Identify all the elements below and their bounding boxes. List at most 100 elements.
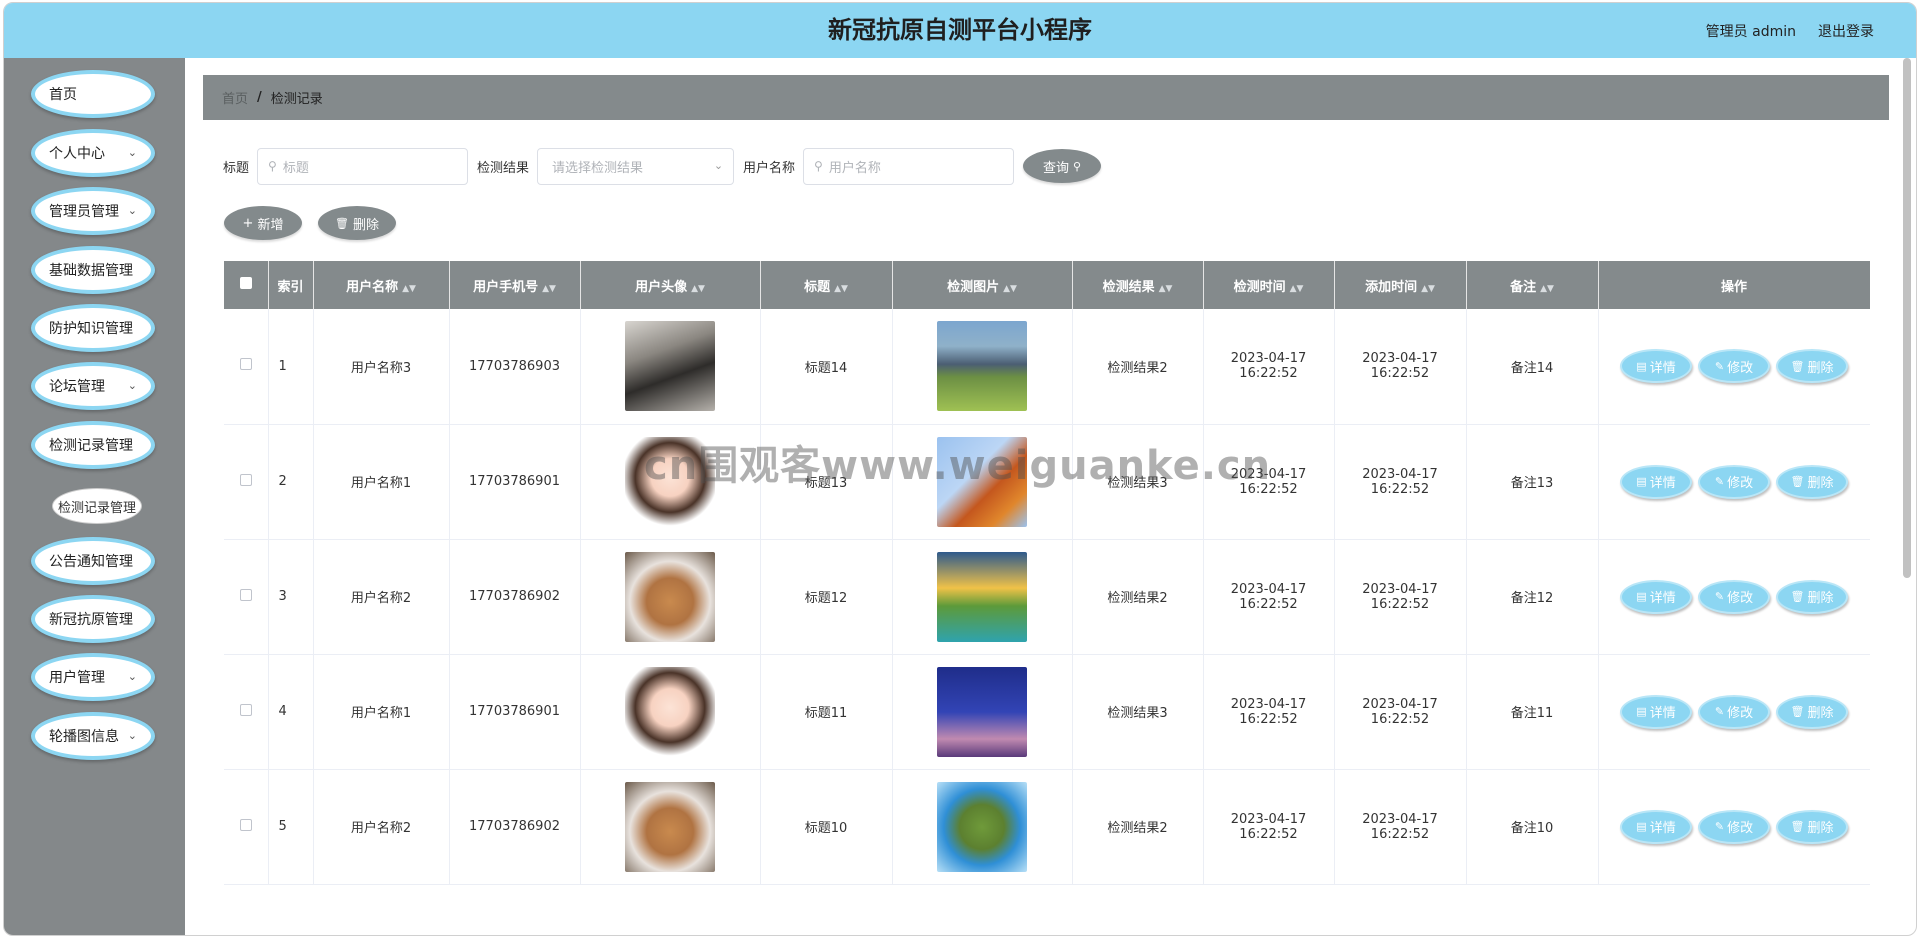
detail-button[interactable]: ▤ 详情	[1620, 464, 1692, 499]
sort-icon[interactable]: ▲▼	[1159, 284, 1173, 294]
sort-icon[interactable]: ▲▼	[691, 284, 705, 294]
sidebar-item-antigen[interactable]: 新冠抗原管理	[31, 595, 155, 643]
test-image[interactable]	[937, 551, 1027, 642]
breadcrumb: 首页 / 检测记录	[203, 75, 1889, 120]
sidebar-item-records[interactable]: 检测记录管理	[31, 421, 155, 469]
sort-icon[interactable]: ▲▼	[834, 284, 848, 294]
bulk-delete-button[interactable]: 🗑 删除	[318, 206, 396, 240]
cell-title: 标题12	[760, 539, 893, 655]
edit-label: 修改	[1727, 821, 1754, 836]
col-user[interactable]: 用户名称 ▲▼	[313, 261, 450, 309]
sidebar-item-carousel[interactable]: 轮播图信息 ⌄	[31, 712, 155, 760]
col-test-image[interactable]: 检测图片 ▲▼	[892, 261, 1073, 309]
cell-actions: ▤ 详情 ✎ 修改 🗑 删除	[1598, 654, 1870, 770]
sidebar-item-forum[interactable]: 论坛管理 ⌄	[31, 362, 155, 410]
avatar-image[interactable]	[625, 551, 715, 642]
cell-index: 1	[268, 309, 314, 425]
delete-button[interactable]: 🗑 删除	[1776, 349, 1848, 384]
sidebar-subitem-records[interactable]: 检测记录管理	[52, 488, 142, 524]
edit-button[interactable]: ✎ 修改	[1698, 349, 1770, 384]
test-image[interactable]	[937, 436, 1027, 527]
cell-test-image	[892, 654, 1073, 770]
row-checkbox[interactable]	[239, 818, 252, 831]
avatar-image[interactable]	[625, 781, 715, 872]
sidebar-item-notices[interactable]: 公告通知管理	[31, 537, 155, 585]
page-scrollbar[interactable]	[1903, 58, 1911, 578]
row-checkbox[interactable]	[239, 588, 252, 601]
col-add-time[interactable]: 添加时间 ▲▼	[1334, 261, 1467, 309]
cell-test-image	[892, 539, 1073, 655]
test-image[interactable]	[937, 666, 1027, 757]
cell-actions: ▤ 详情 ✎ 修改 🗑 删除	[1598, 309, 1870, 425]
sort-icon[interactable]: ▲▼	[1003, 284, 1017, 294]
sort-icon[interactable]: ▲▼	[542, 284, 556, 294]
row-checkbox[interactable]	[239, 703, 252, 716]
col-avatar[interactable]: 用户头像 ▲▼	[580, 261, 761, 309]
edit-button[interactable]: ✎ 修改	[1698, 694, 1770, 729]
avatar-image[interactable]	[625, 666, 715, 757]
delete-label: 删除	[1807, 591, 1834, 606]
logout-link[interactable]: 退出登录	[1818, 21, 1874, 41]
add-button[interactable]: + 新增	[224, 206, 302, 240]
avatar-image[interactable]	[625, 321, 715, 412]
col-result[interactable]: 检测结果 ▲▼	[1072, 261, 1204, 309]
cell-test-time: 2023-04-17 16:22:52	[1203, 539, 1335, 655]
breadcrumb-home[interactable]: 首页	[222, 88, 248, 107]
sidebar-item-profile[interactable]: 个人中心 ⌄	[31, 129, 155, 177]
sidebar: 首页 个人中心 ⌄ 管理员管理 ⌄ 基础数据管理 防护知识管理 论坛管理 ⌄ 检测记录…	[4, 58, 185, 935]
edit-button[interactable]: ✎ 修改	[1698, 464, 1770, 499]
query-button[interactable]: 查询 ⚲	[1023, 149, 1102, 183]
edit-button[interactable]: ✎ 修改	[1698, 809, 1770, 844]
avatar-image[interactable]	[625, 436, 715, 527]
edit-label: 修改	[1727, 476, 1754, 491]
sidebar-item-label: 防护知识管理	[49, 321, 133, 337]
breadcrumb-separator: /	[257, 90, 262, 105]
records-table: 索引 用户名称 ▲▼ 用户手机号 ▲▼ 用户头像 ▲▼ 标题 ▲▼ 检测图片 ▲▼ 检测结…	[224, 261, 1870, 935]
cell-result: 检测结果2	[1072, 309, 1204, 425]
row-checkbox[interactable]	[239, 473, 252, 486]
table-row: 1 用户名称3 17703786903 标题14 检测结果2 2023-04-1…	[224, 309, 1870, 425]
chevron-down-icon: ⌄	[127, 146, 137, 159]
select-all-checkbox[interactable]	[239, 277, 252, 289]
sort-icon[interactable]: ▲▼	[1290, 284, 1304, 294]
detail-button[interactable]: ▤ 详情	[1620, 809, 1692, 844]
select-all-header[interactable]	[224, 261, 269, 309]
sidebar-item-label: 首页	[49, 87, 77, 103]
sidebar-item-admins[interactable]: 管理员管理 ⌄	[31, 187, 155, 235]
cell-test-image	[892, 309, 1073, 425]
row-checkbox[interactable]	[239, 358, 252, 371]
sidebar-item-protection[interactable]: 防护知识管理	[31, 304, 155, 352]
cell-avatar	[580, 309, 761, 425]
delete-button[interactable]: 🗑 删除	[1776, 464, 1848, 499]
user-search-input[interactable]: ⚲ 用户名称	[803, 147, 1015, 185]
edit-button[interactable]: ✎ 修改	[1698, 579, 1770, 614]
sort-icon[interactable]: ▲▼	[1421, 284, 1435, 294]
detail-button[interactable]: ▤ 详情	[1620, 694, 1692, 729]
user-placeholder: 用户名称	[828, 160, 881, 176]
delete-button[interactable]: 🗑 删除	[1776, 809, 1848, 844]
col-test-time[interactable]: 检测时间 ▲▼	[1203, 261, 1335, 309]
detail-button[interactable]: ▤ 详情	[1620, 349, 1692, 384]
detail-button[interactable]: ▤ 详情	[1620, 579, 1692, 614]
col-title[interactable]: 标题 ▲▼	[760, 261, 893, 309]
trash-icon: 🗑	[1790, 705, 1805, 718]
test-image[interactable]	[937, 781, 1027, 872]
sidebar-item-base-data[interactable]: 基础数据管理	[31, 246, 155, 294]
col-label: 标题	[804, 279, 831, 295]
sidebar-item-home[interactable]: 首页	[31, 70, 155, 118]
col-phone[interactable]: 用户手机号 ▲▼	[449, 261, 581, 309]
test-image[interactable]	[937, 321, 1027, 412]
delete-button[interactable]: 🗑 删除	[1776, 694, 1848, 729]
delete-button[interactable]: 🗑 删除	[1776, 579, 1848, 614]
sort-icon[interactable]: ▲▼	[1540, 284, 1554, 294]
cell-user: 用户名称1	[313, 654, 450, 770]
sidebar-item-label: 用户管理	[49, 670, 105, 686]
delete-label: 删除	[1807, 706, 1834, 721]
title-search-input[interactable]: ⚲ 标题	[257, 147, 469, 185]
chevron-down-icon: ⌄	[127, 670, 137, 683]
col-note[interactable]: 备注 ▲▼	[1466, 261, 1599, 309]
sort-icon[interactable]: ▲▼	[402, 284, 416, 294]
sidebar-item-users[interactable]: 用户管理 ⌄	[31, 653, 155, 701]
cell-avatar	[580, 539, 761, 655]
result-select[interactable]: 请选择检测结果 ⌄	[537, 147, 735, 185]
